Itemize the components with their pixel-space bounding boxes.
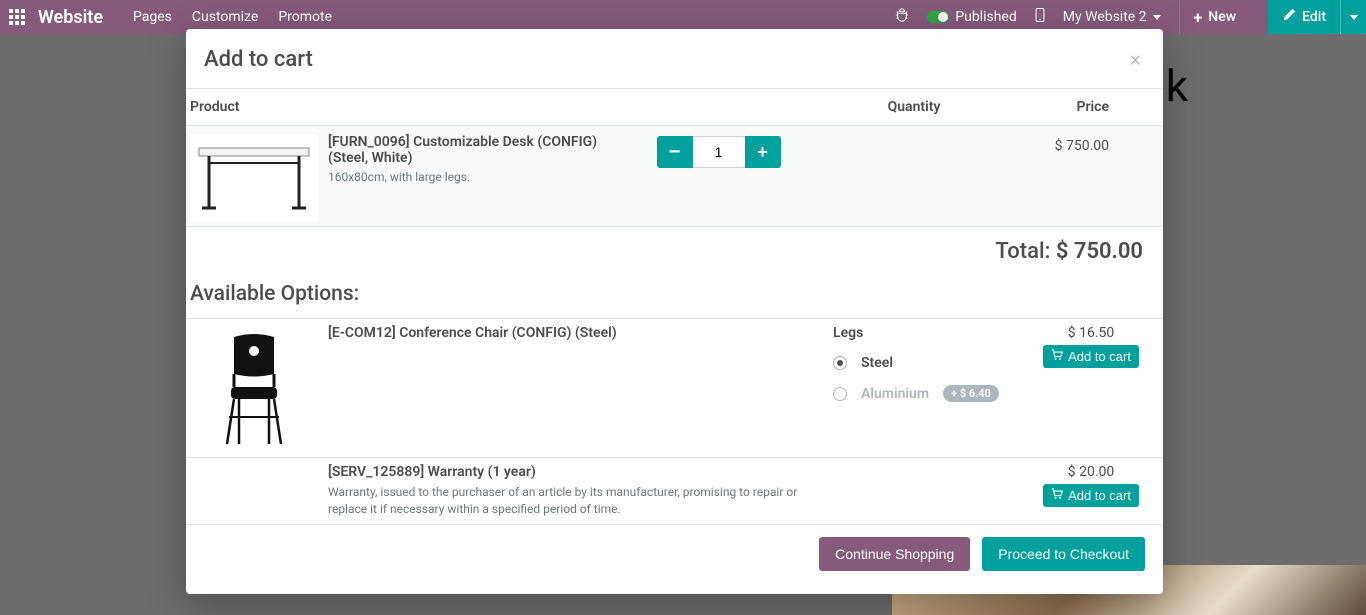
edit-button-label: Edit [1302,9,1326,25]
add-to-cart-label: Add to cart [1068,488,1131,503]
available-options-heading: Available Options: [186,276,1163,318]
add-to-cart-button[interactable]: Add to cart [1043,345,1139,368]
variant-steel[interactable]: Steel [833,355,1033,371]
pencil-icon [1282,8,1296,26]
col-header-price: Price [994,99,1149,115]
option-price: $ 16.50 [1033,325,1149,341]
caret-down-icon [1153,15,1161,20]
product-name: [FURN_0096] Customizable Desk (CONFIG) (… [328,134,639,166]
option-price: $ 20.00 [1033,464,1149,480]
col-header-product: Product [190,99,834,115]
radio-icon [833,356,847,370]
option-desc: Warranty, issued to the purchaser of an … [328,484,833,518]
new-button[interactable]: + New [1179,0,1251,34]
product-price: $ 750.00 [799,134,1150,154]
modal-body[interactable]: Product Quantity Price [FURN_0096] Custo… [186,89,1163,524]
plus-icon: + [1194,8,1203,27]
variant-group-title: Legs [833,325,1033,341]
add-to-cart-label: Add to cart [1068,349,1131,364]
radio-icon [833,387,847,401]
cart-table-header: Product Quantity Price [186,89,1163,126]
product-image-desk [190,134,318,222]
toggle-icon [927,11,949,23]
menu-customize[interactable]: Customize [192,9,258,25]
variant-aluminium[interactable]: Aluminium + $ 6.40 [833,385,1033,402]
total-amount: $ 750.00 [1056,239,1143,264]
cart-icon [1051,349,1063,364]
bug-icon[interactable] [895,8,909,26]
add-to-cart-modal: Add to cart × Product Quantity Price [FU… [186,29,1163,594]
published-toggle[interactable]: Published [927,9,1016,25]
product-desc: 160x80cm, with large legs. [328,170,639,184]
website-switcher[interactable]: My Website 2 [1063,9,1161,25]
total-label: Total: [995,239,1050,264]
option-name: [SERV_125889] Warranty (1 year) [328,464,833,480]
add-to-cart-button[interactable]: Add to cart [1043,484,1139,507]
modal-header: Add to cart × [186,29,1163,89]
edit-dropdown-caret[interactable] [1340,0,1366,34]
col-header-quantity: Quantity [834,99,994,115]
menu-promote[interactable]: Promote [278,9,332,25]
cart-icon [1051,488,1063,503]
close-icon[interactable]: × [1129,49,1141,71]
variant-label: Aluminium [861,386,929,402]
proceed-to-checkout-button[interactable]: Proceed to Checkout [982,537,1145,571]
edit-button[interactable]: Edit [1268,0,1340,34]
published-label: Published [955,9,1016,25]
apps-icon[interactable] [0,0,34,34]
continue-shopping-button[interactable]: Continue Shopping [819,537,970,571]
menu-pages[interactable]: Pages [133,9,172,25]
qty-input[interactable] [693,136,745,168]
product-image-chair [190,325,318,453]
mobile-preview-icon[interactable] [1035,8,1045,26]
new-button-label: New [1208,9,1236,25]
brand-label[interactable]: Website [38,7,103,28]
product-image-empty [190,464,318,465]
variant-price-badge: + $ 6.40 [943,385,999,402]
caret-down-icon [1350,15,1358,20]
cart-row: [FURN_0096] Customizable Desk (CONFIG) (… [186,126,1163,227]
option-row-chair: [E-COM12] Conference Chair (CONFIG) (Ste… [186,318,1163,457]
option-row-warranty: [SERV_125889] Warranty (1 year) Warranty… [186,457,1163,524]
main-menu: Pages Customize Promote [133,9,332,25]
variant-label: Steel [861,355,893,371]
qty-decrease-button[interactable]: − [657,136,693,168]
modal-title: Add to cart [204,47,313,72]
option-name: [E-COM12] Conference Chair (CONFIG) (Ste… [328,325,833,341]
qty-increase-button[interactable]: + [745,136,781,168]
website-switcher-label: My Website 2 [1063,9,1147,25]
modal-footer: Continue Shopping Proceed to Checkout [186,524,1163,583]
cart-total-row: Total: $ 750.00 [186,227,1163,276]
